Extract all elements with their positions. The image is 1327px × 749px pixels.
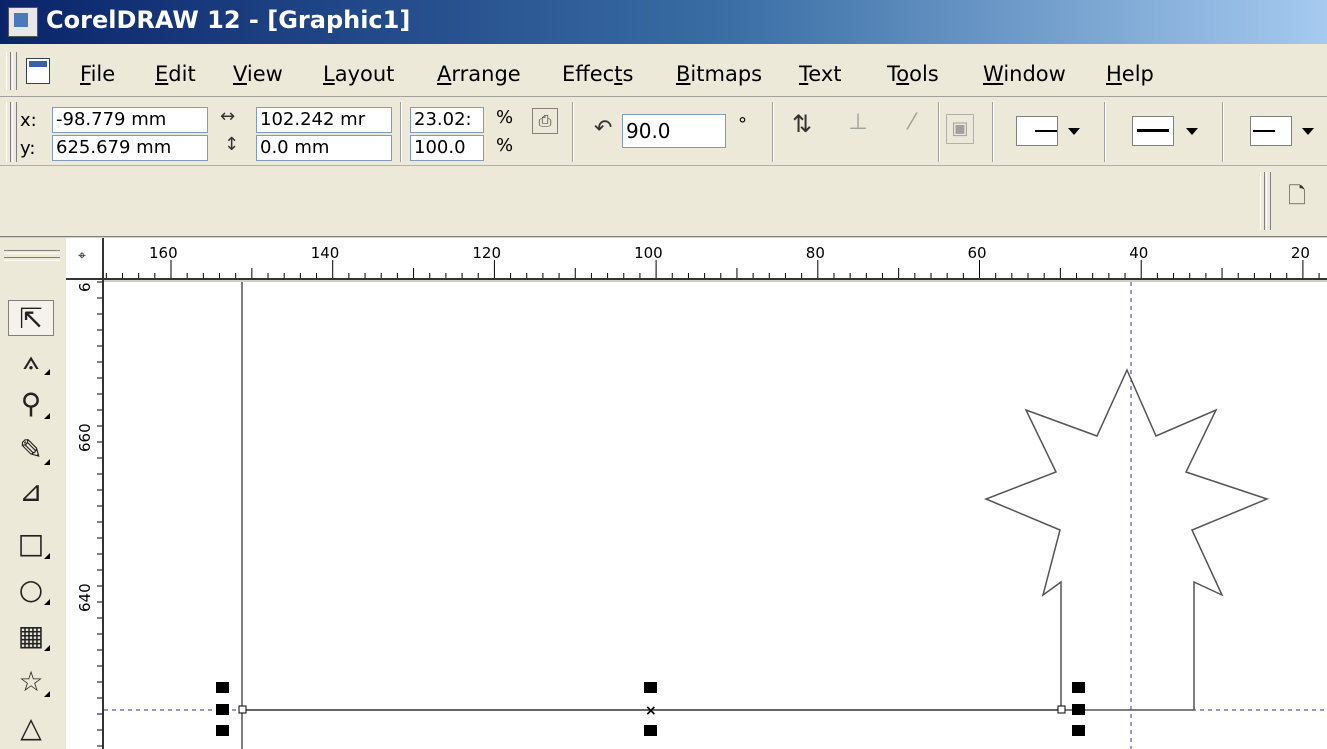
- start-node[interactable]: [238, 705, 247, 714]
- center-marker-icon[interactable]: ×: [645, 703, 657, 719]
- hruler-label: 100: [634, 244, 663, 262]
- hruler-label: 20: [1291, 244, 1310, 262]
- hruler-label: 80: [806, 244, 825, 262]
- hruler-label: 160: [149, 244, 178, 262]
- hruler-label: 120: [472, 244, 501, 262]
- hruler-label: 60: [968, 244, 987, 262]
- end-node[interactable]: [1057, 705, 1066, 714]
- drawing-svg: ×: [104, 282, 1327, 749]
- vruler-label: 6: [76, 282, 94, 292]
- vruler-label: 660: [76, 423, 94, 452]
- hruler-label: 140: [311, 244, 340, 262]
- vruler-label: 640: [76, 583, 94, 612]
- hruler-label: 40: [1129, 244, 1148, 262]
- star-tree-shape[interactable]: [983, 368, 1270, 711]
